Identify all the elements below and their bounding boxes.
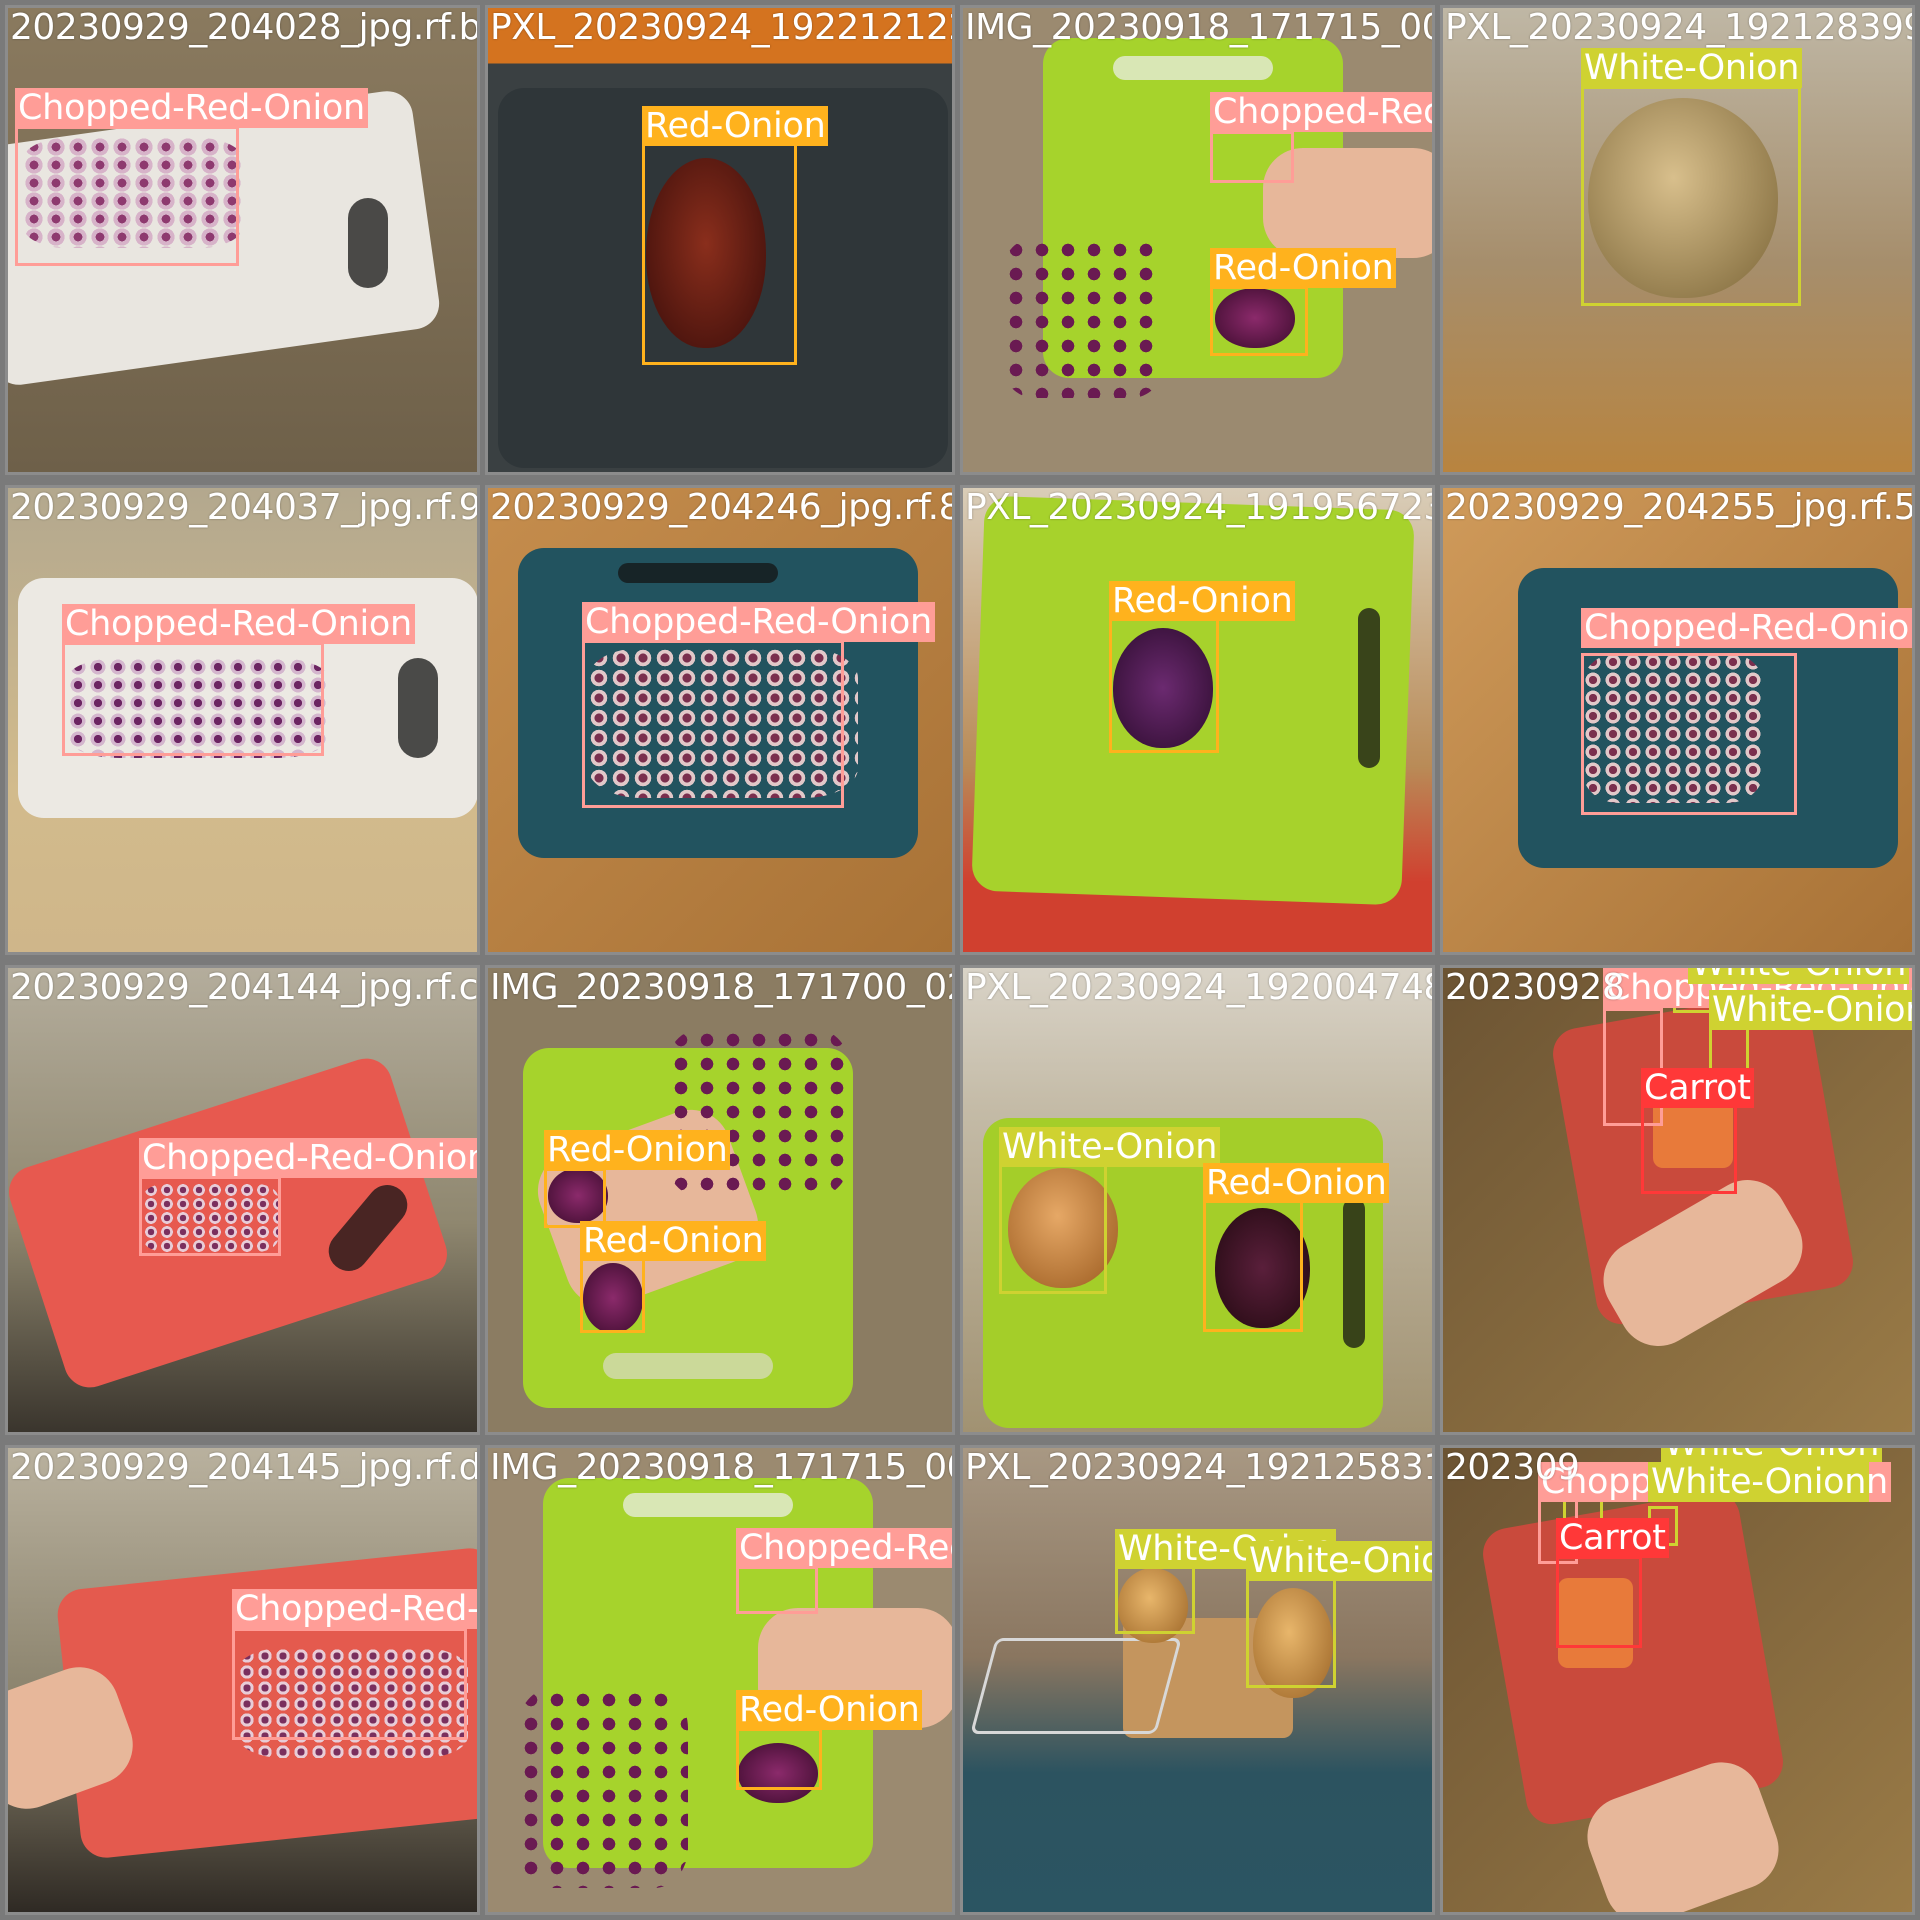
- bbox: [999, 1164, 1107, 1294]
- bbox-label: Chopped-Red-Onion: [1210, 92, 1432, 132]
- bbox-label: White-Onion: [1648, 1462, 1870, 1502]
- bbox-label: White-Onion: [1581, 48, 1803, 88]
- board-handle: [348, 198, 388, 288]
- bbox-label: Red-Onion: [580, 1221, 767, 1261]
- onion-peels: [668, 1028, 848, 1198]
- tile-12: Chopped-Red-Onion White-Onion White-Onio…: [1440, 965, 1915, 1435]
- board-handle: [603, 1353, 773, 1379]
- image-filename: 20230929_204144_jpg.rf.c2: [10, 967, 480, 1008]
- tile-9: Chopped-Red-Onion 20230929_204144_jpg.rf…: [5, 965, 480, 1435]
- board-handle: [1343, 1198, 1365, 1348]
- bbox-label: Chopped-Red-Onion: [736, 1528, 952, 1568]
- bbox: [139, 1176, 281, 1256]
- wire-rack: [970, 1638, 1182, 1734]
- tile-13: Chopped-Red-Onion 20230929_204145_jpg.rf…: [5, 1445, 480, 1915]
- bbox: [580, 1258, 645, 1333]
- image-filename: PXL_20230924_192125831: [965, 1447, 1435, 1488]
- bbox-label: Red-Onion: [544, 1130, 731, 1170]
- board-handle: [618, 563, 778, 583]
- bbox-label: Red-Onion: [1210, 248, 1397, 288]
- image-filename: 202309: [1445, 1447, 1580, 1488]
- bbox: [1641, 1104, 1737, 1194]
- tile-2: Red-Onion PXL_20230924_192212122_jpg.rf.…: [485, 5, 955, 475]
- image-filename: PXL_20230924_192128399: [1445, 7, 1915, 48]
- bbox-label: Red-Onion: [1203, 1163, 1390, 1203]
- onion-peels: [518, 1688, 688, 1888]
- bbox-label: Chopped-Red-Onion: [15, 88, 368, 128]
- bbox: [1109, 618, 1219, 753]
- tile-10: Red-Onion Red-Onion IMG_20230918_171700_…: [485, 965, 955, 1435]
- board-handle: [623, 1493, 793, 1517]
- tile-14: Chopped-Red-Onion Red-Onion IMG_20230918…: [485, 1445, 955, 1915]
- bbox: [736, 1728, 822, 1790]
- bbox: [1210, 286, 1308, 356]
- bbox: [582, 640, 844, 808]
- bbox: [642, 140, 797, 365]
- image-filename: IMG_20230918_171700_020: [490, 967, 955, 1008]
- bbox-label: Chopped-Red-Onion: [62, 604, 415, 644]
- image-filename: 20230929_204145_jpg.rf.de: [10, 1447, 480, 1488]
- tile-15: White-Onion White-Onion PXL_20230924_192…: [960, 1445, 1435, 1915]
- bbox: [544, 1168, 606, 1228]
- tile-6: Chopped-Red-Onion 20230929_204246_jpg.rf…: [485, 485, 955, 955]
- bbox-label: Red-Onion: [642, 106, 829, 146]
- bbox: [1556, 1556, 1642, 1648]
- image-filename: 20230929_204255_jpg.rf.56: [1445, 487, 1915, 528]
- bbox-label: White-Onion: [1246, 1541, 1432, 1581]
- tile-16: White-Onion Chopped-Red-Onion White-Onio…: [1440, 1445, 1915, 1915]
- bbox-label: White-Onion: [1709, 990, 1912, 1030]
- board-handle: [398, 658, 438, 758]
- bbox-label: White-Onion: [999, 1127, 1221, 1167]
- tile-11: White-Onion Red-Onion PXL_20230924_19200…: [960, 965, 1435, 1435]
- bbox-label: Carrot: [1556, 1518, 1669, 1558]
- bbox-label: Red-Onion: [1109, 581, 1296, 621]
- bbox: [1246, 1578, 1336, 1688]
- tile-4: White-Onion PXL_20230924_192128399: [1440, 5, 1915, 475]
- image-filename: PXL_20230924_192004748: [965, 967, 1435, 1008]
- board-handle: [1113, 56, 1273, 80]
- tile-7: Red-Onion PXL_20230924_191956723: [960, 485, 1435, 955]
- image-filename: IMG_20230918_171715_002_jpg.rf: [965, 7, 1435, 48]
- image-filename: 20230929_204028_jpg.rf.be: [10, 7, 480, 48]
- bbox-label: Carrot: [1641, 1068, 1754, 1108]
- image-filename: 20230928: [1445, 967, 1625, 1008]
- tile-5: Chopped-Red-Onion 20230929_204037_jpg.rf…: [5, 485, 480, 955]
- image-filename: PXL_20230924_192212122_jpg.rf.2b3b0918c8: [490, 7, 952, 48]
- bbox: [1115, 1566, 1195, 1634]
- bbox-label: Chopped-Red-Onion: [582, 602, 935, 642]
- bbox: [15, 126, 239, 266]
- image-filename: IMG_20230918_171715_001: [490, 1447, 955, 1488]
- bbox-label: Chopped-Red-Onion: [139, 1138, 477, 1178]
- image-filename: 20230929_204246_jpg.rf.89: [490, 487, 955, 528]
- bbox-label: Chopped-Red-Onion: [232, 1589, 477, 1629]
- image-filename: 20230929_204037_jpg.rf.9e: [10, 487, 480, 528]
- bbox: [232, 1628, 467, 1740]
- bbox-label: Chopped-Red-Onion: [1581, 608, 1912, 648]
- bbox-label: Red-Onion: [736, 1690, 923, 1730]
- tile-1: Chopped-Red-Onion 20230929_204028_jpg.rf…: [5, 5, 480, 475]
- image-mosaic: Chopped-Red-Onion 20230929_204028_jpg.rf…: [0, 0, 1920, 1920]
- tile-3: Chopped-Red-Onion Red-Onion IMG_20230918…: [960, 5, 1435, 475]
- bbox: [1210, 131, 1294, 183]
- bbox: [1203, 1200, 1303, 1332]
- tile-8: Chopped-Red-Onion 20230929_204255_jpg.rf…: [1440, 485, 1915, 955]
- bbox: [62, 642, 324, 756]
- bbox-label: White-Onion: [1688, 968, 1910, 984]
- board-handle: [1358, 608, 1380, 768]
- bbox: [736, 1566, 818, 1614]
- bbox: [1581, 86, 1801, 306]
- bbox: [1581, 653, 1797, 815]
- image-filename: PXL_20230924_191956723: [965, 487, 1435, 528]
- onion-peels: [1003, 238, 1163, 398]
